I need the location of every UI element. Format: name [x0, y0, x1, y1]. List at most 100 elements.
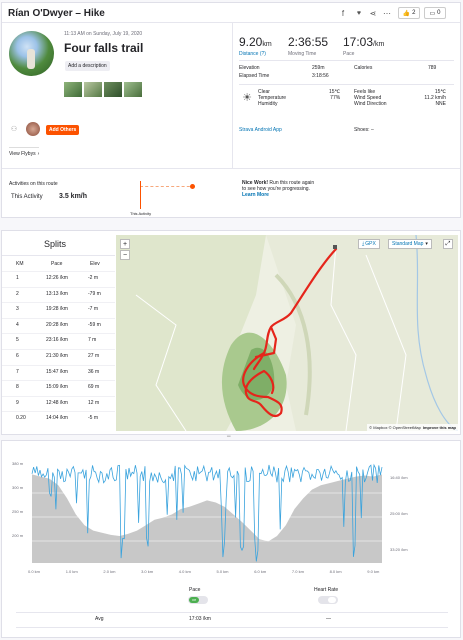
zoom-in-button[interactable]: +: [120, 239, 130, 249]
pace-toggle-knob: Off: [189, 597, 199, 603]
split-row-divider: [2, 286, 115, 288]
activity-photo[interactable]: [124, 82, 142, 97]
this-activity-value: 3.5 km/h: [59, 193, 88, 200]
comment-button[interactable]: ▭ 0: [424, 7, 446, 19]
split-row-divider: [2, 302, 115, 304]
x-tick: 8.0 km: [329, 569, 342, 574]
split-row-divider: [2, 364, 115, 366]
detail-elapsed-value: 3:18:56: [312, 73, 329, 79]
split-km: 7: [16, 368, 19, 375]
activity-photo[interactable]: [84, 82, 102, 97]
weather-left: Clear Temperature Humidity: [258, 89, 286, 107]
x-tick: 4.0 km: [178, 569, 191, 574]
twitter-icon[interactable]: ♥: [354, 8, 364, 18]
stat-value: 2:36:55: [288, 35, 329, 49]
detail-calories-label: Calories: [354, 65, 373, 71]
split-km: 8: [16, 384, 19, 391]
y-right-tick: 16:40 /km: [390, 475, 408, 480]
y-left-tick: 200 m: [12, 533, 24, 538]
avg-divider: [16, 612, 448, 613]
kudos-count: 2: [412, 10, 416, 16]
x-tick: 5.0 km: [216, 569, 229, 574]
splits-header-divider: [2, 255, 115, 256]
split-elev: -79 m: [88, 290, 101, 297]
facebook-icon[interactable]: f: [338, 8, 348, 18]
fullscreen-button[interactable]: ⤢: [443, 239, 453, 249]
analysis-card: ═ Pace Off Heart Rate Avg 17:03 /km — 38…: [1, 434, 461, 638]
splits-header-km: KM: [16, 261, 24, 267]
pace-toggle[interactable]: Off: [188, 596, 208, 604]
split-pace: 23:16 /km: [46, 337, 68, 344]
split-km: 1: [16, 275, 19, 281]
chart-resize-handle[interactable]: ═: [227, 434, 237, 440]
map-attribution: © Mapbox © OpenStreetMap Improve this ma…: [367, 424, 458, 431]
detail-elevation-value: 259m: [312, 65, 325, 71]
view-flybys-link[interactable]: View Flybys ›: [9, 151, 39, 157]
route-heading: Activities on this route: [9, 181, 58, 187]
split-pace: 15:09 /km: [46, 384, 68, 391]
split-pace: 13:13 /km: [46, 290, 68, 297]
participant-avatar[interactable]: [26, 122, 40, 136]
route-map[interactable]: + − ⤓ GPX Standard Map ▾ ⤢ © Mapbox © Op…: [116, 235, 458, 431]
split-elev: -59 m: [88, 321, 101, 328]
weather-right: Feels like Wind Speed Wind Direction: [354, 89, 387, 107]
avg-bottom-divider: [16, 627, 448, 628]
y-left-tick: 250 m: [12, 509, 24, 514]
split-km: 0.20: [16, 415, 26, 422]
route-timeline-dot[interactable]: [190, 184, 195, 189]
y-left-tick: 380 m: [12, 461, 24, 466]
share-icon[interactable]: ⋖: [368, 8, 378, 18]
split-pace: 12:26 /km: [46, 275, 68, 281]
marker-label: This Activity: [130, 211, 152, 216]
comment-count: 0: [437, 10, 441, 16]
split-km: 5: [16, 337, 19, 344]
map-canvas[interactable]: [116, 235, 458, 431]
stat-label[interactable]: Distance (?): [239, 51, 272, 57]
detail-elapsed-label: Elapsed Time: [239, 73, 270, 79]
stat-label: Pace: [343, 51, 355, 57]
activity-photo[interactable]: [64, 82, 82, 97]
y-left-tick: 300 m: [12, 485, 24, 490]
split-row-divider: [2, 380, 115, 382]
splits-title: Splits: [44, 239, 67, 249]
x-tick: 6.0 km: [254, 569, 267, 574]
kudos-button[interactable]: 👍 2: [398, 7, 420, 19]
shoes-info: Shoes: –: [354, 127, 374, 133]
stat-label: Moving Time: [288, 51, 317, 57]
heart-rate-toggle[interactable]: [318, 596, 338, 604]
splits-header-pace: Pace: [51, 261, 63, 267]
stat-unit: km: [262, 41, 272, 48]
split-km: 6: [16, 353, 19, 359]
pace-legend-label: Pace: [189, 587, 201, 593]
this-activity-label: This Activity: [11, 194, 43, 200]
x-tick: 0.0 km: [28, 569, 41, 574]
x-tick: 9.0 km: [367, 569, 380, 574]
improve-map-link[interactable]: Improve this map: [423, 425, 456, 430]
athlete-avatar[interactable]: [9, 31, 54, 76]
heart-rate-legend-label: Heart Rate: [314, 587, 339, 593]
x-tick: 2.0 km: [103, 569, 116, 574]
split-pace: 19:28 /km: [46, 306, 68, 313]
detail-elevation-label: Elevation: [239, 65, 260, 71]
learn-more-link[interactable]: Learn More: [242, 192, 314, 198]
more-icon[interactable]: ⋯: [382, 8, 392, 18]
y-right-tick: 33:20 /km: [390, 547, 408, 552]
thumbs-up-icon: 👍: [402, 10, 411, 17]
stat-distance: 9.20km Distance (?): [239, 33, 272, 57]
map-type-select[interactable]: Standard Map ▾: [388, 239, 432, 249]
split-pace: 12:48 /km: [46, 399, 68, 406]
stat-value: 9.20: [239, 35, 263, 49]
split-km: 9: [16, 399, 19, 406]
activity-photo[interactable]: [104, 82, 122, 97]
split-row-divider: [2, 333, 115, 335]
device-link[interactable]: Strava Android App: [239, 127, 282, 133]
split-km: 3: [16, 306, 19, 313]
stat-pace: 17:03/km Pace: [343, 33, 384, 57]
gpx-button[interactable]: ⤓ GPX: [358, 239, 380, 249]
add-description-button[interactable]: Add a description: [65, 61, 110, 71]
route-divider: [2, 168, 460, 169]
view-flybys-label: View Flybys: [9, 151, 36, 157]
activity-header: Rían O'Dwyer – Hike f ♥ ⋖ ⋯ 👍 2 ▭ 0: [2, 3, 460, 23]
add-others-button[interactable]: Add Others: [46, 125, 80, 135]
zoom-out-button[interactable]: −: [120, 250, 130, 260]
